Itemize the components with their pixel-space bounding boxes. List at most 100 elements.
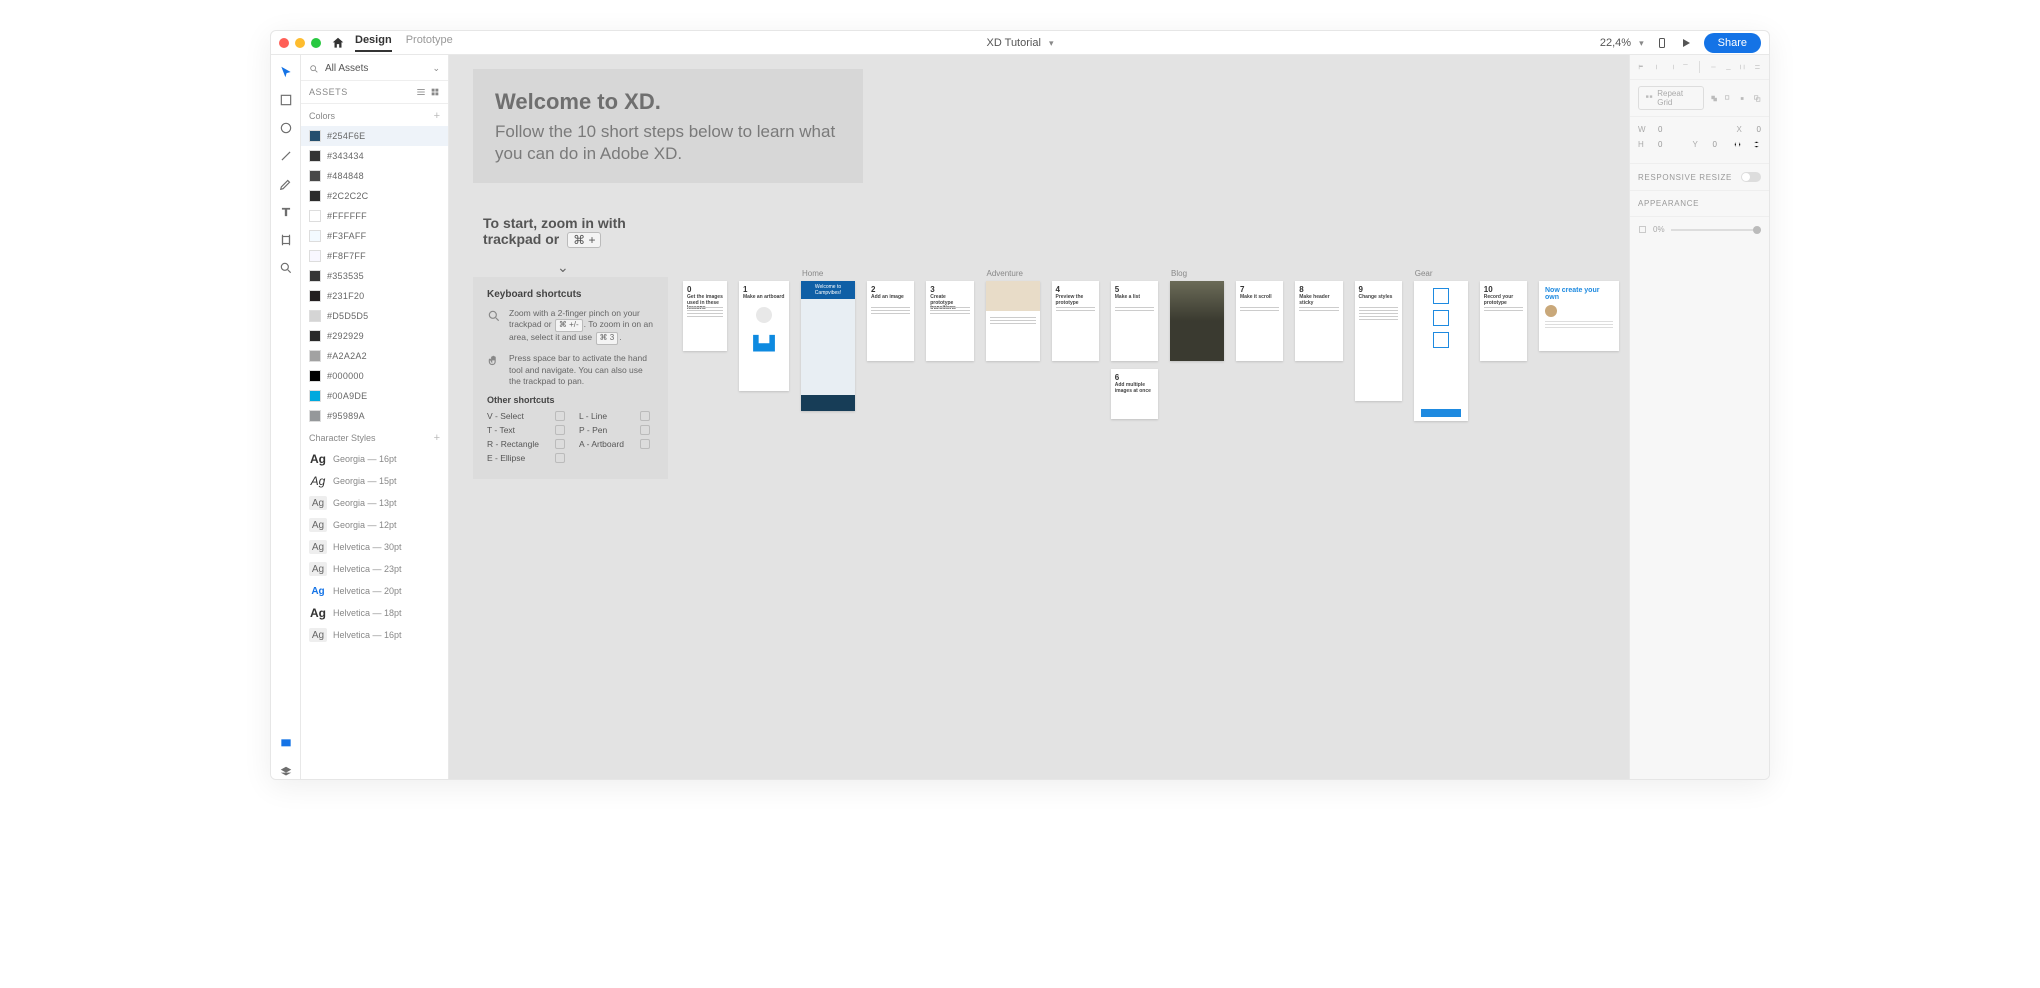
color-hex: #D5D5D5 (327, 311, 368, 321)
opacity-value[interactable]: 0% (1653, 225, 1665, 234)
align-left-icon[interactable] (1638, 62, 1645, 72)
minimize-window-icon[interactable] (295, 38, 305, 48)
color-swatch-row[interactable]: #D5D5D5 (301, 306, 448, 326)
document-title-text: XD Tutorial (986, 37, 1040, 49)
assets-panel-icon[interactable] (279, 737, 293, 751)
add-color-icon[interactable]: + (434, 110, 440, 122)
repeat-grid-icon (1645, 94, 1653, 103)
flip-v-icon[interactable] (1752, 140, 1761, 149)
char-style-preview: Ag (309, 474, 327, 488)
step-6-artboard[interactable]: 6Add multiple images at once (1111, 369, 1158, 419)
step-4-artboard[interactable]: 4Preview the prototype (1052, 281, 1099, 361)
x-value[interactable]: 0 (1757, 125, 1761, 134)
assets-panel: All Assets ⌄ ASSETS Colors + #254F6E#343… (301, 55, 449, 779)
repeat-grid-row: Repeat Grid (1630, 80, 1769, 117)
char-style-row[interactable]: AgHelvetica — 16pt (301, 624, 448, 646)
color-swatch (309, 210, 321, 222)
char-style-preview: Ag (309, 584, 327, 598)
now-create-artboard[interactable]: Now create your own (1539, 281, 1619, 351)
color-swatch-row[interactable]: #343434 (301, 146, 448, 166)
color-swatch-row[interactable]: #484848 (301, 166, 448, 186)
color-swatch-row[interactable]: #A2A2A2 (301, 346, 448, 366)
color-swatch-row[interactable]: #95989A (301, 406, 448, 426)
boolean-intersect-icon[interactable] (1738, 94, 1746, 103)
step-5-artboard[interactable]: 5Make a list (1111, 281, 1158, 361)
color-swatch-row[interactable]: #FFFFFF (301, 206, 448, 226)
select-tool-icon[interactable] (279, 65, 293, 79)
artboard-tool-icon[interactable] (279, 233, 293, 247)
align-top-icon[interactable] (1682, 62, 1689, 72)
char-style-row[interactable]: AgHelvetica — 30pt (301, 536, 448, 558)
line-tool-icon[interactable] (279, 149, 293, 163)
char-style-row[interactable]: AgGeorgia — 16pt (301, 448, 448, 470)
gear-artboard[interactable] (1414, 281, 1468, 421)
color-swatch-row[interactable]: #00A9DE (301, 386, 448, 406)
tab-design[interactable]: Design (355, 34, 392, 52)
color-swatch-row[interactable]: #000000 (301, 366, 448, 386)
text-tool-icon[interactable] (279, 205, 293, 219)
flip-h-icon[interactable] (1733, 140, 1742, 149)
char-style-row[interactable]: AgHelvetica — 23pt (301, 558, 448, 580)
color-swatch (309, 410, 321, 422)
repeat-grid-button[interactable]: Repeat Grid (1638, 86, 1704, 110)
color-swatch-row[interactable]: #F8F7FF (301, 246, 448, 266)
pen-tool-icon[interactable] (279, 177, 293, 191)
boolean-exclude-icon[interactable] (1753, 94, 1761, 103)
opacity-slider[interactable] (1671, 229, 1761, 231)
color-swatch-row[interactable]: #353535 (301, 266, 448, 286)
step-3-artboard[interactable]: 3Create prototype transitions (926, 281, 973, 361)
char-style-label: Helvetica — 20pt (333, 586, 402, 596)
char-style-row[interactable]: AgGeorgia — 13pt (301, 492, 448, 514)
distribute-h-icon[interactable] (1739, 62, 1746, 72)
list-view-icon[interactable] (416, 87, 426, 97)
assets-search[interactable]: All Assets ⌄ (301, 55, 448, 81)
adventure-artboard[interactable] (986, 281, 1040, 361)
share-button[interactable]: Share (1704, 33, 1761, 53)
color-swatch-row[interactable]: #F3FAFF (301, 226, 448, 246)
responsive-toggle[interactable] (1741, 172, 1761, 182)
step-0-artboard[interactable]: 0 Get the images used in these lessons (683, 281, 727, 351)
distribute-v-icon[interactable] (1754, 62, 1761, 72)
canvas[interactable]: Welcome to XD. Follow the 10 short steps… (449, 55, 1629, 779)
align-center-h-icon[interactable] (1653, 62, 1660, 72)
step-1-artboard[interactable]: 1 Make an artboard ▙▟ (739, 281, 789, 391)
char-style-row[interactable]: AgHelvetica — 18pt (301, 602, 448, 624)
char-style-row[interactable]: Ag Helvetica — 20pt (301, 580, 448, 602)
layers-panel-icon[interactable] (279, 765, 293, 779)
char-style-row[interactable]: AgGeorgia — 15pt (301, 470, 448, 492)
zoom-tool-icon[interactable] (279, 261, 293, 275)
char-style-row[interactable]: AgGeorgia — 12pt (301, 514, 448, 536)
step-9-artboard[interactable]: 9Change styles (1355, 281, 1402, 401)
height-value[interactable]: 0 (1658, 140, 1662, 149)
color-swatch-row[interactable]: #254F6E (301, 126, 448, 146)
color-swatch-row[interactable]: #2C2C2C (301, 186, 448, 206)
align-middle-icon[interactable] (1710, 62, 1717, 72)
step-7-artboard[interactable]: 7Make it scroll (1236, 281, 1283, 361)
step-8-artboard[interactable]: 8Make header sticky (1295, 281, 1342, 361)
y-value[interactable]: 0 (1713, 140, 1717, 149)
rectangle-tool-icon[interactable] (279, 93, 293, 107)
step-10-artboard[interactable]: 10Record your prototype (1480, 281, 1527, 361)
blog-artboard[interactable] (1170, 281, 1224, 361)
play-icon[interactable] (1680, 37, 1692, 49)
ellipse-tool-icon[interactable] (279, 121, 293, 135)
responsive-resize-header: RESPONSIVE RESIZE (1630, 164, 1769, 191)
close-window-icon[interactable] (279, 38, 289, 48)
add-char-style-icon[interactable]: + (434, 432, 440, 444)
boolean-subtract-icon[interactable] (1724, 94, 1732, 103)
maximize-window-icon[interactable] (311, 38, 321, 48)
zoom-level[interactable]: 22,4% ▾ (1600, 37, 1644, 49)
document-title[interactable]: XD Tutorial ▾ (986, 37, 1053, 49)
boolean-add-icon[interactable] (1710, 94, 1718, 103)
step-2-artboard[interactable]: 2Add an image (867, 281, 914, 361)
align-bottom-icon[interactable] (1725, 62, 1732, 72)
color-swatch-row[interactable]: #231F20 (301, 286, 448, 306)
width-value[interactable]: 0 (1658, 125, 1662, 134)
grid-view-icon[interactable] (430, 87, 440, 97)
home-icon[interactable] (331, 36, 345, 50)
color-swatch-row[interactable]: #292929 (301, 326, 448, 346)
device-preview-icon[interactable] (1656, 37, 1668, 49)
tab-prototype[interactable]: Prototype (406, 34, 453, 52)
home-artboard[interactable]: Welcome to Campvibes! (801, 281, 855, 411)
align-right-icon[interactable] (1668, 62, 1675, 72)
